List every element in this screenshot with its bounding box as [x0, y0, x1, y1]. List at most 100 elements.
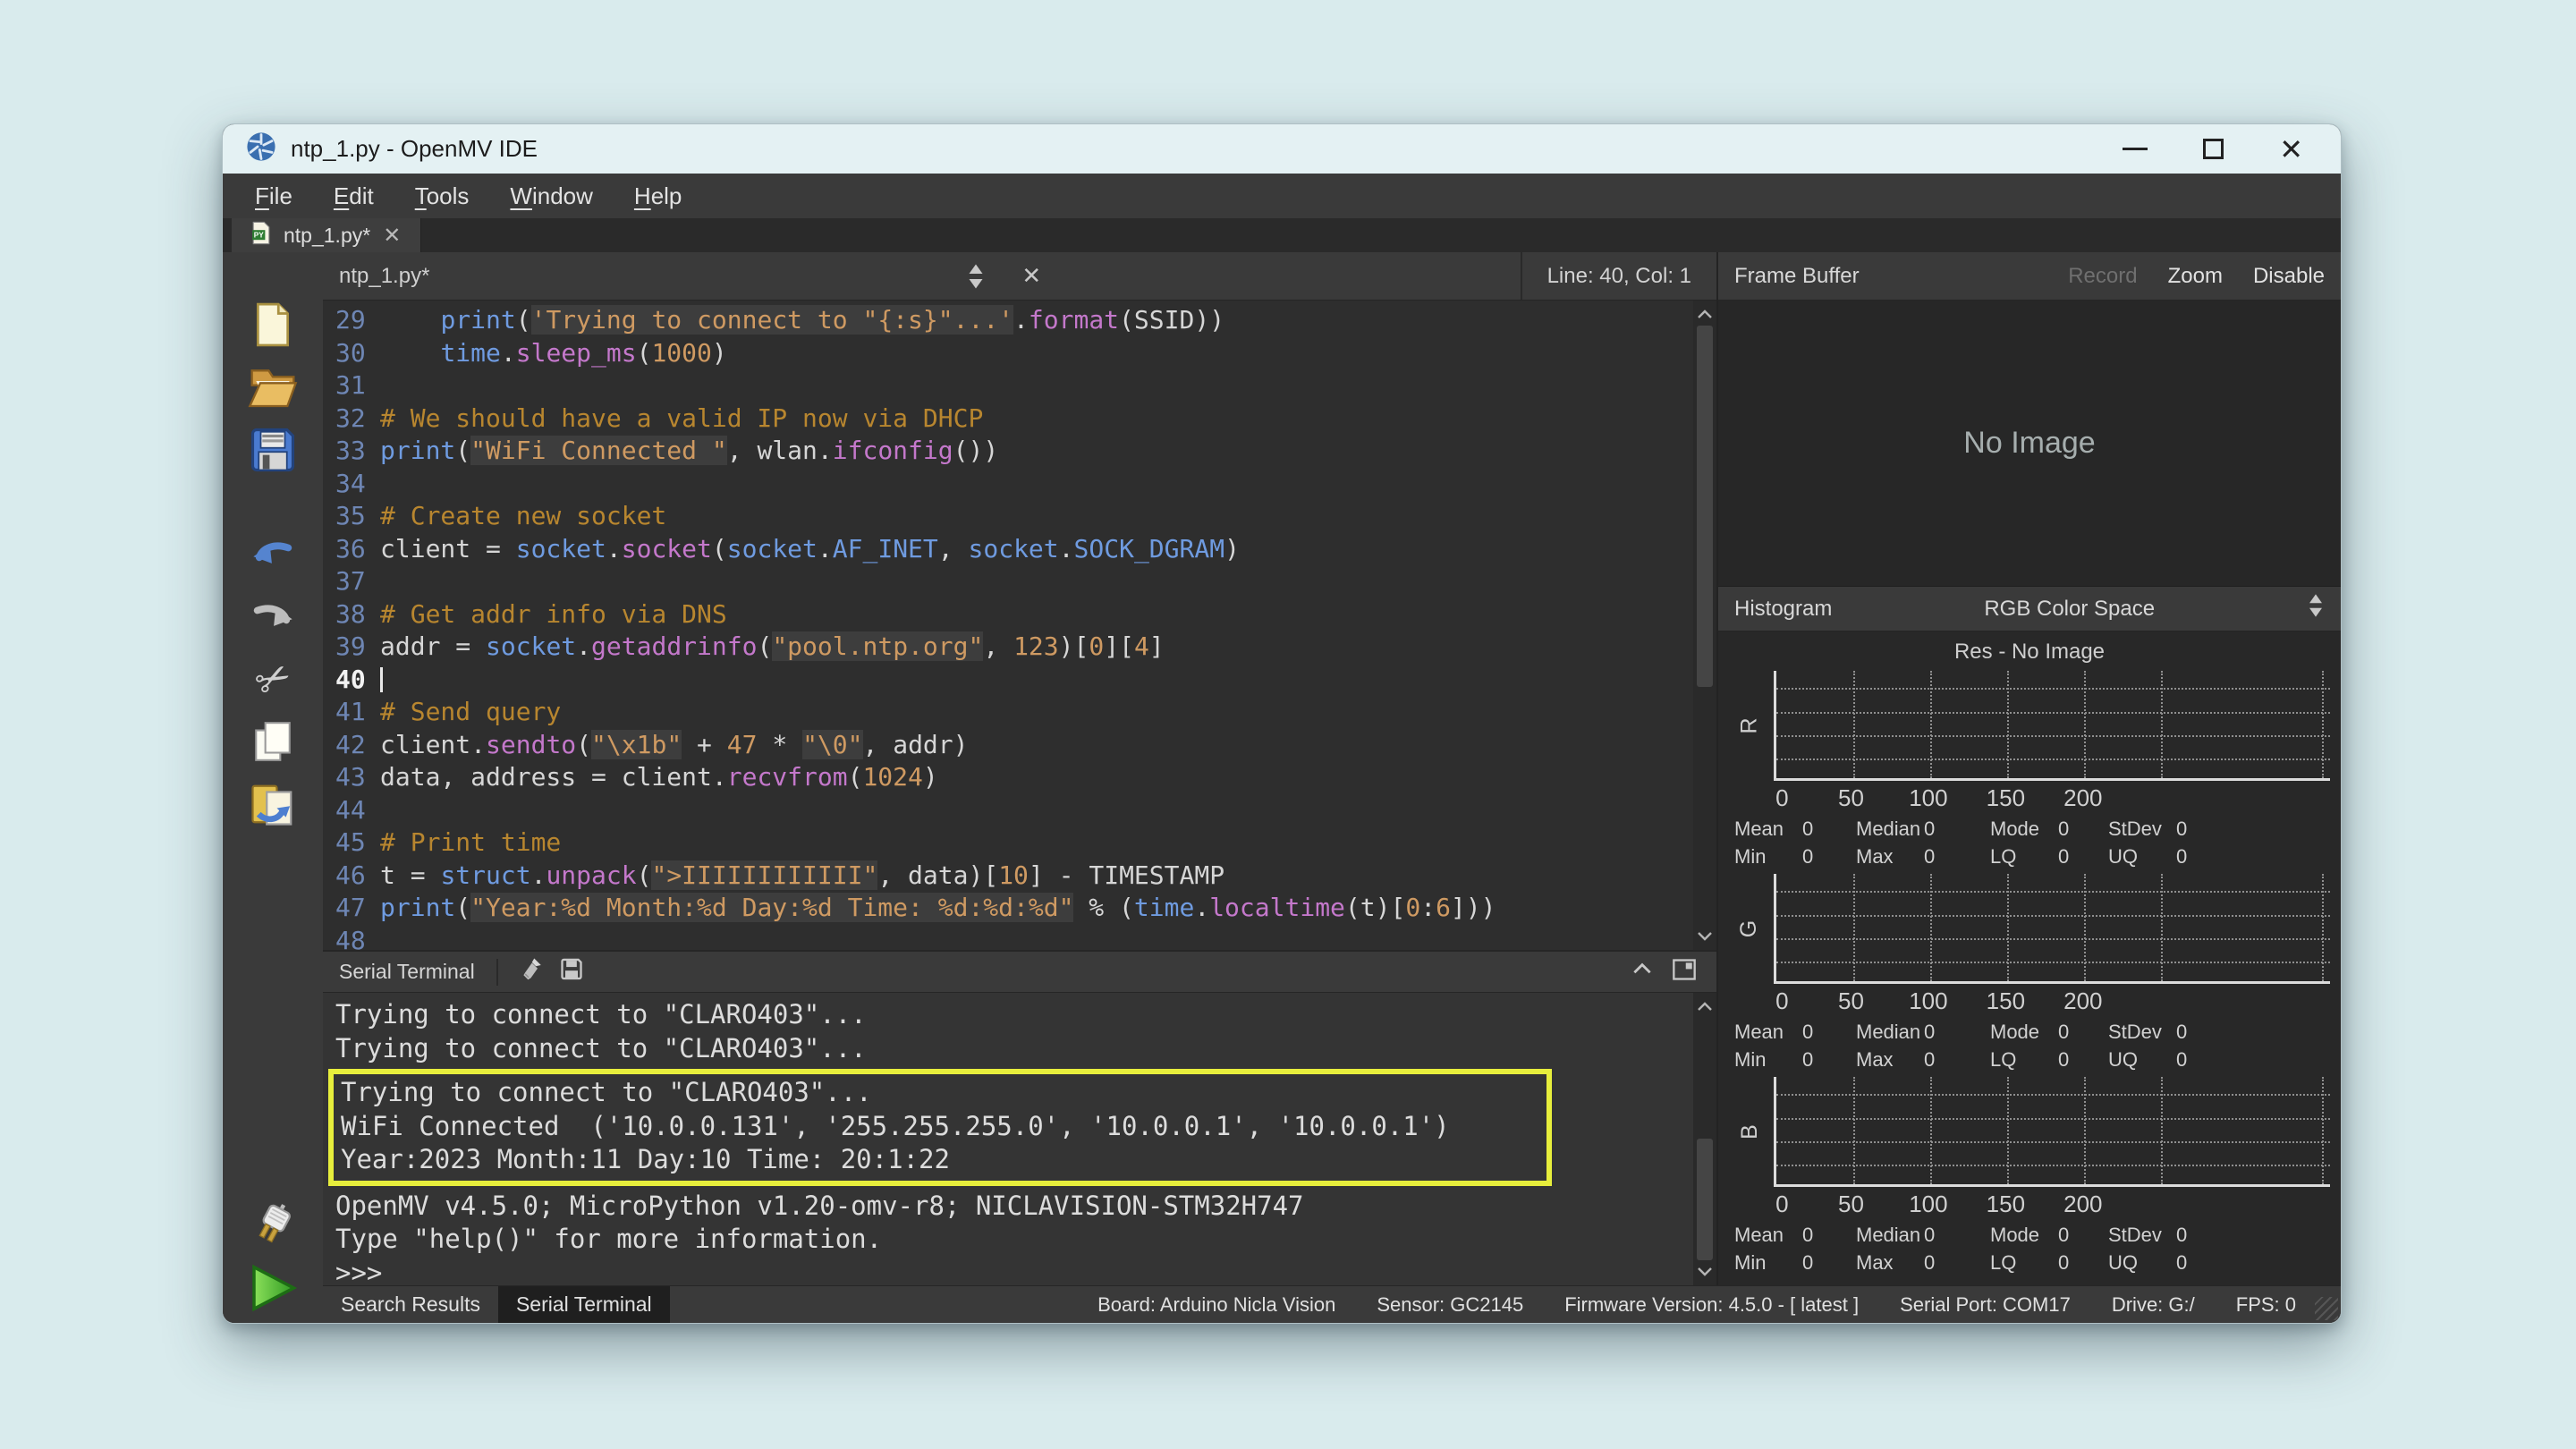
paste-icon[interactable]: [247, 778, 299, 830]
x-tick-label: 100: [1909, 784, 1947, 812]
frame-buffer-title: Frame Buffer: [1734, 264, 1860, 289]
menu-edit[interactable]: Edit: [334, 182, 374, 210]
scrollbar-thumb[interactable]: [1697, 1139, 1713, 1260]
terminal-line: OpenMV v4.5.0; MicroPython v1.20-omv-r8;…: [335, 1190, 1693, 1224]
resize-grip[interactable]: [2315, 1297, 2338, 1320]
status-item: Board: Arduino Nicla Vision: [1097, 1293, 1335, 1317]
menu-window[interactable]: Window: [510, 182, 592, 210]
line-number: 37: [323, 565, 380, 598]
code-editor[interactable]: 29 print('Trying to connect to "{:s}"...…: [323, 301, 1693, 950]
stat-max: Max0: [1856, 1048, 1978, 1072]
terminal-line: WiFi Connected ('10.0.0.131', '255.255.2…: [341, 1110, 1538, 1144]
code-line[interactable]: 43data, address = client.recvfrom(1024): [323, 761, 1693, 794]
line-number: 29: [323, 304, 380, 337]
color-space-spinner-icon[interactable]: [2307, 593, 2325, 624]
status-tab-serial-terminal[interactable]: Serial Terminal: [498, 1286, 670, 1323]
frame-buffer-header: Frame Buffer Record Zoom Disable: [1718, 252, 2341, 301]
document-selector[interactable]: ntp_1.py*: [339, 264, 429, 289]
zoom-button[interactable]: Zoom: [2168, 264, 2223, 289]
channel-plot: [1774, 874, 2330, 984]
line-number: 45: [323, 826, 380, 860]
maximize-button[interactable]: [2203, 139, 2224, 159]
menu-help[interactable]: Help: [634, 182, 682, 210]
copy-icon[interactable]: [247, 716, 299, 767]
editor-header: ntp_1.py* ✕ Line: 40, Col: 1: [323, 252, 1716, 301]
run-script-icon[interactable]: [247, 1262, 299, 1314]
terminal-scrollbar[interactable]: [1693, 993, 1716, 1285]
no-image-placeholder: No Image: [1963, 426, 2095, 461]
code-line[interactable]: 48: [323, 925, 1693, 951]
line-number: 33: [323, 435, 380, 468]
editor-scrollbar[interactable]: [1693, 301, 1716, 950]
serial-terminal-output[interactable]: Trying to connect to "CLARO403"...Trying…: [323, 993, 1716, 1285]
save-icon[interactable]: [247, 424, 299, 476]
stat-mode: Mode0: [1990, 1021, 2096, 1044]
scroll-up-icon[interactable]: [1697, 302, 1713, 326]
scroll-down-icon[interactable]: [1697, 925, 1713, 948]
scrollbar-thumb[interactable]: [1697, 326, 1713, 687]
close-button[interactable]: ✕: [2279, 135, 2303, 164]
code-line[interactable]: 44: [323, 794, 1693, 827]
histogram-header: Histogram RGB Color Space: [1718, 587, 2341, 631]
code-line[interactable]: 40: [323, 664, 1693, 697]
code-line[interactable]: 39addr = socket.getaddrinfo("pool.ntp.or…: [323, 631, 1693, 664]
status-tabs: Search ResultsSerial Terminal: [323, 1286, 670, 1323]
text-caret: [380, 667, 383, 692]
code-line[interactable]: 32# We should have a valid IP now via DH…: [323, 402, 1693, 436]
record-button[interactable]: Record: [2068, 264, 2137, 289]
connect-board-icon[interactable]: [247, 1199, 299, 1251]
color-space-selector[interactable]: RGB Color Space: [1984, 597, 2155, 622]
save-log-icon[interactable]: [559, 957, 584, 987]
minimize-button[interactable]: [2123, 148, 2148, 150]
code-line[interactable]: 31: [323, 369, 1693, 402]
code-line[interactable]: 35# Create new socket: [323, 500, 1693, 533]
openmv-ide-window: ntp_1.py - OpenMV IDE ✕ FileEditToolsWin…: [222, 123, 2342, 1324]
x-tick-label: 0: [1775, 784, 1788, 812]
cut-icon[interactable]: ✂: [247, 653, 299, 705]
redo-icon[interactable]: [247, 590, 299, 642]
stat-lq: LQ0: [1990, 1048, 2096, 1072]
code-line[interactable]: 34: [323, 468, 1693, 501]
serial-terminal-header: Serial Terminal: [323, 950, 1716, 993]
stat-mean: Mean0: [1734, 1224, 1843, 1247]
terminal-lines-after: OpenMV v4.5.0; MicroPython v1.20-omv-r8;…: [335, 1190, 1693, 1286]
document-close-icon[interactable]: ✕: [1021, 263, 1041, 290]
code-line[interactable]: 42client.sendto("\x1b" + 47 * "\0", addr…: [323, 729, 1693, 762]
code-line[interactable]: 33print("WiFi Connected ", wlan.ifconfig…: [323, 435, 1693, 468]
channel-stats: Mean0Median0Mode0StDev0Min0Max0LQ0UQ0: [1725, 815, 2334, 874]
document-selector-spinner-icon[interactable]: [966, 263, 986, 290]
stat-uq: UQ0: [2108, 1048, 2328, 1072]
open-folder-icon[interactable]: [247, 361, 299, 413]
code-line[interactable]: 46t = struct.unpack(">IIIIIIIIIIII", dat…: [323, 860, 1693, 893]
code-line[interactable]: 36client = socket.socket(socket.AF_INET,…: [323, 533, 1693, 566]
undo-icon[interactable]: [247, 528, 299, 580]
code-line[interactable]: 38# Get addr info via DNS: [323, 598, 1693, 631]
new-file-icon[interactable]: [247, 299, 299, 351]
detach-window-icon[interactable]: [1672, 957, 1697, 987]
stat-max: Max0: [1856, 1251, 1978, 1275]
collapse-terminal-icon[interactable]: [1631, 958, 1654, 987]
status-tab-search-results[interactable]: Search Results: [323, 1286, 498, 1323]
histogram-panel: Res - No Image R 050100150200 Mean0Media…: [1718, 631, 2341, 1285]
app-logo-icon: [246, 131, 276, 166]
menu-tools[interactable]: Tools: [415, 182, 470, 210]
x-tick-label: 200: [2063, 784, 2102, 812]
clear-terminal-icon[interactable]: [520, 956, 547, 988]
code-text: # Get addr info via DNS: [380, 598, 727, 631]
code-line[interactable]: 47print("Year:%d Month:%d Day:%d Time: %…: [323, 892, 1693, 925]
histogram-channels: R 050100150200 Mean0Median0Mode0StDev0Mi…: [1718, 671, 2341, 1280]
menu-file[interactable]: File: [255, 182, 292, 210]
code-line[interactable]: 45# Print time: [323, 826, 1693, 860]
tab-close-icon[interactable]: ✕: [383, 223, 401, 248]
code-line[interactable]: 30 time.sleep_ms(1000): [323, 337, 1693, 370]
highlight-annotation: Trying to connect to "CLARO403"...WiFi C…: [328, 1069, 1552, 1186]
histogram-resolution-label: Res - No Image: [1718, 633, 2341, 671]
code-line[interactable]: 41# Send query: [323, 696, 1693, 729]
code-line[interactable]: 29 print('Trying to connect to "{:s}"...…: [323, 304, 1693, 337]
disable-button[interactable]: Disable: [2253, 264, 2325, 289]
scroll-down-icon[interactable]: [1697, 1260, 1713, 1284]
tab-ntp-1-py[interactable]: PY ntp_1.py* ✕: [232, 218, 421, 252]
stat-lq: LQ0: [1990, 845, 2096, 869]
code-line[interactable]: 37: [323, 565, 1693, 598]
scroll-up-icon[interactable]: [1697, 995, 1713, 1018]
